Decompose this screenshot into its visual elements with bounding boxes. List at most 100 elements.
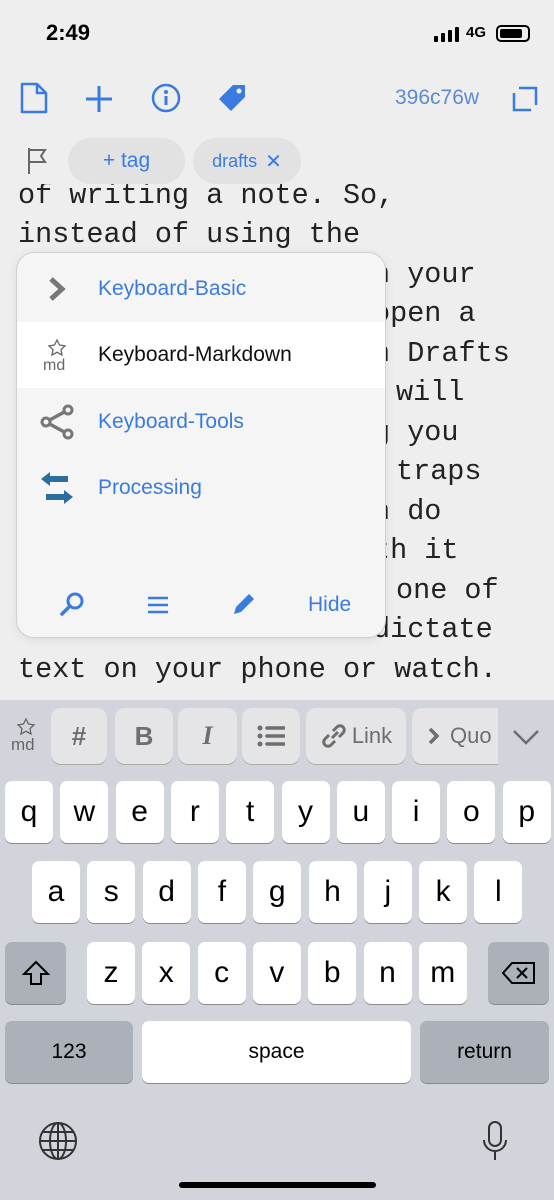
key-y[interactable]: y <box>281 781 330 843</box>
key-l[interactable]: l <box>474 861 523 923</box>
chevron-right-icon <box>49 277 66 301</box>
tag-icon[interactable] <box>217 83 247 113</box>
key-label: 123 <box>51 1040 87 1063</box>
key-n[interactable]: n <box>363 942 412 1004</box>
key-r[interactable]: r <box>170 781 219 843</box>
key-z[interactable]: z <box>87 942 135 1004</box>
italic-key[interactable]: I <box>178 708 237 764</box>
markdown-icon[interactable]: md <box>10 718 42 752</box>
svg-text:md: md <box>11 735 35 752</box>
shift-key[interactable] <box>5 942 66 1004</box>
globe-icon[interactable] <box>38 1121 78 1161</box>
menu-item-processing[interactable]: Processing <box>17 455 385 521</box>
editor-line: instead of using the <box>18 218 361 251</box>
chevron-down-icon[interactable] <box>512 728 540 746</box>
editor-line: traps <box>396 455 482 488</box>
signal-icon <box>434 27 459 42</box>
pencil-icon[interactable] <box>231 591 257 617</box>
key-v[interactable]: v <box>252 942 301 1004</box>
editor-line: text on your phone or watch. <box>18 653 497 686</box>
close-icon[interactable]: ✕ <box>265 149 282 174</box>
menu-item-keyboard-markdown[interactable]: md Keyboard-Markdown <box>17 322 385 388</box>
shift-icon <box>21 960 50 985</box>
key-label: B <box>134 720 154 751</box>
key-g[interactable]: g <box>253 861 302 923</box>
key-i[interactable]: i <box>392 781 441 843</box>
key-a[interactable]: a <box>32 861 80 923</box>
key-label: Link <box>351 723 393 748</box>
editor-line: open a <box>373 297 476 330</box>
key-u[interactable]: u <box>336 781 385 843</box>
search-icon[interactable] <box>59 591 85 617</box>
svg-text:md: md <box>43 357 65 371</box>
key-f[interactable]: f <box>197 861 246 923</box>
battery-icon <box>496 25 530 42</box>
delete-key[interactable] <box>488 942 549 1004</box>
key-m[interactable]: m <box>418 942 467 1004</box>
editor-line: of writing a note. So, <box>18 179 395 212</box>
numbers-key[interactable]: 123 <box>5 1021 133 1083</box>
list-key[interactable] <box>242 708 300 764</box>
expand-icon[interactable] <box>511 85 539 113</box>
editor-line: dictate <box>373 613 493 646</box>
editor-line: one of <box>396 574 499 607</box>
keyboard: md # B I Link Quo qwertyuiop asdfghjkl zxc… <box>0 700 554 1200</box>
key-t[interactable]: t <box>226 781 275 843</box>
editor-line: n your <box>373 258 476 291</box>
key-e[interactable]: e <box>115 781 164 843</box>
menu-item-keyboard-basic[interactable]: Keyboard-Basic <box>17 256 385 322</box>
key-s[interactable]: s <box>87 861 136 923</box>
status-time: 2:49 <box>46 20 91 45</box>
home-indicator <box>179 1182 376 1188</box>
hide-button[interactable]: Hide <box>308 593 351 617</box>
link-key[interactable]: Link <box>306 708 406 764</box>
backspace-icon <box>501 962 535 984</box>
key-p[interactable]: p <box>502 781 551 843</box>
add-tag-label: + tag <box>102 149 151 172</box>
key-b[interactable]: b <box>308 942 357 1004</box>
action-group-menu: Keyboard-Basic md Keyboard-Markdown Keyb… <box>16 252 386 638</box>
key-label: Quo <box>450 723 492 748</box>
flag-icon[interactable] <box>26 146 50 176</box>
menu-item-label: Processing <box>98 476 202 499</box>
list-icon <box>257 725 285 747</box>
draft-hash[interactable]: 396c76w <box>395 86 479 110</box>
key-label: I <box>202 721 213 750</box>
space-key[interactable]: space <box>142 1021 411 1083</box>
quote-key[interactable]: Quo <box>412 708 498 764</box>
arrows-swap-icon <box>41 472 73 504</box>
tag-label: drafts <box>212 150 258 171</box>
key-w[interactable]: w <box>60 781 109 843</box>
key-c[interactable]: c <box>197 942 246 1004</box>
key-label: space <box>248 1040 305 1063</box>
key-o[interactable]: o <box>447 781 496 843</box>
list-icon[interactable] <box>147 595 169 615</box>
menu-footer: Hide <box>17 583 385 627</box>
return-key[interactable]: return <box>420 1021 549 1083</box>
plus-icon[interactable] <box>84 84 114 114</box>
network-type: 4G <box>466 24 487 41</box>
bold-key[interactable]: B <box>115 708 173 764</box>
key-d[interactable]: d <box>142 861 191 923</box>
menu-item-label: Keyboard-Markdown <box>98 343 292 366</box>
microphone-icon[interactable] <box>482 1120 508 1162</box>
editor-line: n Drafts <box>373 337 510 370</box>
heading-key[interactable]: # <box>51 708 107 764</box>
share-icon <box>40 404 74 440</box>
menu-item-label: Keyboard-Basic <box>98 277 247 300</box>
markdown-icon: md <box>43 339 67 371</box>
key-x[interactable]: x <box>142 942 191 1004</box>
editor-line: will <box>396 376 465 409</box>
key-label: return <box>457 1040 512 1063</box>
key-j[interactable]: j <box>363 861 412 923</box>
info-icon[interactable] <box>151 83 181 113</box>
key-label: # <box>71 720 87 751</box>
key-k[interactable]: k <box>419 861 468 923</box>
key-h[interactable]: h <box>308 861 357 923</box>
menu-item-keyboard-tools[interactable]: Keyboard-Tools <box>17 389 385 455</box>
status-bar: 2:49 4G <box>0 0 554 60</box>
key-q[interactable]: q <box>5 781 53 843</box>
menu-item-label: Keyboard-Tools <box>98 410 244 433</box>
link-icon <box>322 724 346 748</box>
document-icon[interactable] <box>20 82 48 114</box>
